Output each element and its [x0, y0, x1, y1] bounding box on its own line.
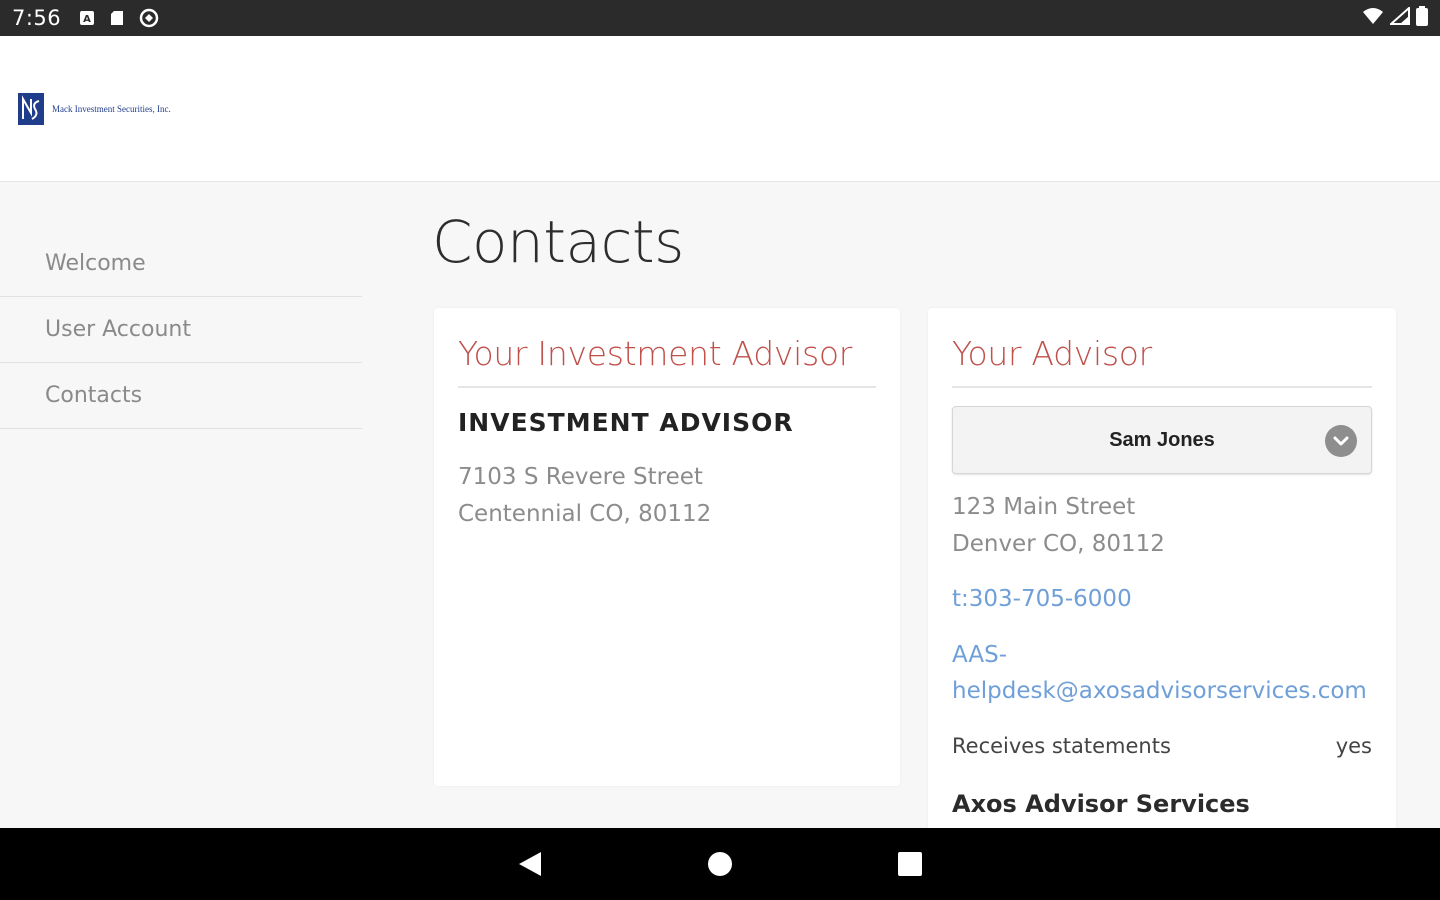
sidebar-item-user-account[interactable]: User Account [0, 297, 362, 363]
advisor-email-link-line1[interactable]: AAS- [952, 642, 1007, 668]
card-divider [952, 386, 1372, 388]
back-triangle-icon [519, 852, 541, 876]
card-divider [458, 386, 876, 388]
investment-advisor-card: Your Investment Advisor INVESTMENT ADVIS… [434, 308, 900, 786]
advisor-email-link-line2[interactable]: helpdesk@axosadvisorservices.com [952, 678, 1367, 704]
investment-advisor-name: INVESTMENT ADVISOR [458, 408, 794, 437]
logo-text: Mack Investment Securities, Inc. [52, 104, 171, 114]
status-bar: 7:56 A [0, 0, 1440, 36]
back-button[interactable] [510, 844, 550, 884]
receives-statements-value: yes [1335, 734, 1372, 758]
svg-text:A: A [83, 14, 91, 25]
advisor-address-line2: Denver CO, 80112 [952, 531, 1165, 557]
investment-advisor-address-line1: 7103 S Revere Street [458, 464, 703, 490]
receives-statements-label: Receives statements [952, 734, 1171, 758]
page-title: Contacts [432, 208, 684, 276]
status-icons-left: A [79, 8, 159, 28]
investment-advisor-heading: Your Investment Advisor [458, 334, 853, 373]
company-logo[interactable]: Mack Investment Securities, Inc. [18, 93, 171, 125]
home-button[interactable] [700, 844, 740, 884]
sync-icon [139, 8, 159, 28]
logo-mark [18, 93, 44, 125]
recents-button[interactable] [890, 844, 930, 884]
investment-advisor-address-line2: Centennial CO, 80112 [458, 501, 712, 527]
advisor-select-value: Sam Jones [1109, 428, 1215, 451]
home-circle-icon [708, 852, 732, 876]
system-nav-bar [0, 828, 1440, 900]
recents-square-icon [898, 852, 922, 876]
app-header: Mack Investment Securities, Inc. [0, 36, 1440, 182]
status-time: 7:56 [12, 6, 62, 30]
advisor-company-name: Axos Advisor Services [952, 790, 1250, 818]
sidebar-item-contacts[interactable]: Contacts [0, 363, 362, 429]
sidebar-nav: Welcome User Account Contacts [0, 230, 362, 429]
signal-icon [1388, 5, 1410, 29]
sd-card-icon [109, 10, 125, 26]
advisor-heading: Your Advisor [952, 334, 1152, 373]
advisor-phone-link[interactable]: t:303-705-6000 [952, 586, 1132, 612]
advisor-address-line1: 123 Main Street [952, 494, 1136, 520]
wifi-icon [1362, 7, 1384, 29]
advisor-select[interactable]: Sam Jones [952, 406, 1372, 474]
sidebar-item-welcome[interactable]: Welcome [0, 230, 362, 297]
status-icons-right [1362, 5, 1428, 30]
battery-icon [1416, 6, 1428, 30]
chevron-down-icon [1325, 425, 1357, 457]
notification-a-icon: A [79, 10, 95, 26]
advisor-card: Your Advisor Sam Jones 123 Main Street D… [928, 308, 1396, 838]
